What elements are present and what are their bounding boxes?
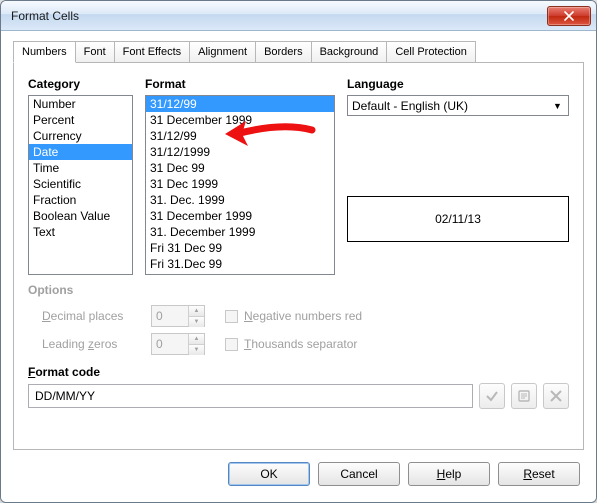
- tab-strip: Numbers Font Font Effects Alignment Bord…: [13, 41, 584, 63]
- list-item[interactable]: Fraction: [29, 192, 132, 208]
- format-listbox[interactable]: 31/12/9931 December 199931/12/9931/12/19…: [145, 95, 335, 275]
- format-preview: 02/11/13: [347, 196, 569, 242]
- language-value: Default - English (UK): [352, 99, 468, 113]
- checkbox-icon: [225, 310, 238, 323]
- tab-font[interactable]: Font: [75, 41, 115, 62]
- thousands-sep-checkbox: Thousands separator: [225, 337, 357, 351]
- tab-background[interactable]: Background: [311, 41, 388, 62]
- decimal-places-input: [152, 306, 188, 326]
- options-label: Options: [28, 283, 569, 297]
- list-item[interactable]: 31 December 1999: [146, 208, 334, 224]
- list-item[interactable]: Boolean Value: [29, 208, 132, 224]
- spinner-buttons: ▲▼: [188, 306, 204, 326]
- check-icon: [485, 389, 499, 403]
- leading-zeros-input: [152, 334, 188, 354]
- tab-cell-protection[interactable]: Cell Protection: [386, 41, 476, 62]
- decimal-places-spinner: ▲▼: [151, 305, 205, 327]
- titlebar[interactable]: Format Cells: [1, 1, 596, 31]
- format-cells-dialog: Format Cells Numbers Font Font Effects A…: [0, 0, 597, 503]
- leading-zeros-spinner: ▲▼: [151, 333, 205, 355]
- format-code-input[interactable]: [28, 384, 473, 408]
- category-label: Category: [28, 77, 133, 91]
- list-item[interactable]: Fri 31 Dec 99: [146, 240, 334, 256]
- list-item[interactable]: Fri 31.Dec 99: [146, 256, 334, 272]
- cancel-button[interactable]: Cancel: [318, 462, 400, 486]
- spinner-buttons: ▲▼: [188, 334, 204, 354]
- list-item[interactable]: 31 December 1999: [146, 112, 334, 128]
- list-item[interactable]: Number: [29, 96, 132, 112]
- list-item[interactable]: 31/12/99: [146, 128, 334, 144]
- tab-content-numbers: Category NumberPercentCurrencyDateTimeSc…: [13, 63, 584, 450]
- list-item[interactable]: Time: [29, 160, 132, 176]
- list-item[interactable]: Currency: [29, 128, 132, 144]
- chevron-down-icon: ▼: [550, 101, 565, 111]
- ok-button[interactable]: OK: [228, 462, 310, 486]
- leading-zeros-label: Leading zeros: [28, 337, 143, 351]
- x-icon: [550, 390, 562, 402]
- tab-alignment[interactable]: Alignment: [189, 41, 256, 62]
- note-icon: [517, 389, 531, 403]
- language-label: Language: [347, 77, 569, 91]
- tab-font-effects[interactable]: Font Effects: [114, 41, 191, 62]
- help-button[interactable]: Help: [408, 462, 490, 486]
- list-item[interactable]: 31. December 1999: [146, 224, 334, 240]
- list-item[interactable]: 31 Dec 99: [146, 160, 334, 176]
- delete-format-button[interactable]: [543, 383, 569, 409]
- decimal-places-label: Decimal places: [28, 309, 143, 323]
- list-item[interactable]: Text: [29, 224, 132, 240]
- close-button[interactable]: [547, 6, 591, 26]
- checkbox-icon: [225, 338, 238, 351]
- list-item[interactable]: 31/12/1999: [146, 144, 334, 160]
- negative-red-checkbox: Negative numbers red: [225, 309, 362, 323]
- close-icon: [564, 11, 574, 21]
- language-select[interactable]: Default - English (UK) ▼: [347, 95, 569, 116]
- tab-numbers[interactable]: Numbers: [13, 41, 76, 63]
- window-title: Format Cells: [11, 9, 547, 23]
- reset-button[interactable]: Reset: [498, 462, 580, 486]
- apply-format-button[interactable]: [479, 383, 505, 409]
- edit-comment-button[interactable]: [511, 383, 537, 409]
- list-item[interactable]: Date: [29, 144, 132, 160]
- list-item[interactable]: Percent: [29, 112, 132, 128]
- format-code-label: Format code: [28, 365, 569, 379]
- tab-borders[interactable]: Borders: [255, 41, 312, 62]
- format-label: Format: [145, 77, 335, 91]
- list-item[interactable]: 31. Dec. 1999: [146, 192, 334, 208]
- dialog-footer: OK Cancel Help Reset: [13, 450, 584, 492]
- list-item[interactable]: 31/12/99: [146, 96, 334, 112]
- list-item[interactable]: Scientific: [29, 176, 132, 192]
- preview-value: 02/11/13: [435, 212, 481, 226]
- category-listbox[interactable]: NumberPercentCurrencyDateTimeScientificF…: [28, 95, 133, 275]
- list-item[interactable]: 31 Dec 1999: [146, 176, 334, 192]
